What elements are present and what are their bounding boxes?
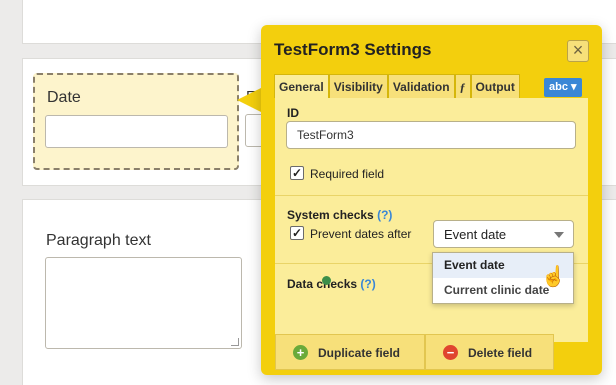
prevent-dates-checkbox[interactable]: ✓ <box>290 226 304 240</box>
date-field-selected[interactable]: Date <box>33 73 239 170</box>
chevron-down-icon <box>554 232 564 238</box>
tab-visibility[interactable]: Visibility <box>328 74 388 98</box>
system-checks-label: System checks (?) <box>287 208 393 222</box>
select-value: Event date <box>444 227 507 242</box>
field-settings-popup: TestForm3 Settings × General Visibility … <box>261 25 602 375</box>
popup-title: TestForm3 Settings <box>274 40 432 59</box>
plus-icon: + <box>293 345 308 360</box>
prevent-dates-label: Prevent dates after <box>310 227 412 241</box>
check-icon: ✓ <box>291 226 303 240</box>
required-label: Required field <box>310 167 385 181</box>
resize-grip-icon[interactable] <box>231 338 239 346</box>
required-checkbox[interactable]: ✓ <box>290 166 304 180</box>
tab-output[interactable]: Output <box>470 74 520 98</box>
minus-icon: − <box>443 345 458 360</box>
delete-field-button[interactable]: − Delete field <box>425 334 554 370</box>
prevent-dates-select[interactable]: Event date <box>433 220 574 248</box>
duplicate-field-button[interactable]: + Duplicate field <box>275 334 425 370</box>
duplicate-field-label: Duplicate field <box>318 346 401 360</box>
data-checks-label: Data checks (?) <box>287 277 376 291</box>
data-checks-help-link[interactable]: (?) <box>360 277 375 291</box>
close-icon: × <box>572 40 584 60</box>
tab-function[interactable]: ƒ <box>454 74 471 98</box>
field-type-badge[interactable]: abc ▾ <box>544 78 582 97</box>
tab-general[interactable]: General <box>274 74 329 98</box>
id-input[interactable]: TestForm3 <box>286 121 576 149</box>
delete-field-label: Delete field <box>468 346 533 360</box>
hand-pointer-icon: ☝ <box>541 266 566 288</box>
settings-tabs: General Visibility Validation ƒ Output <box>274 74 520 98</box>
paragraph-field-label: Paragraph text <box>46 232 151 249</box>
status-indicator <box>322 276 331 285</box>
paragraph-textarea[interactable] <box>45 257 242 349</box>
system-checks-help-link[interactable]: (?) <box>377 208 392 222</box>
date-input[interactable] <box>45 115 228 148</box>
check-icon: ✓ <box>291 166 303 180</box>
tab-validation[interactable]: Validation <box>387 74 455 98</box>
id-label: ID <box>287 106 299 120</box>
popup-pointer <box>237 88 261 112</box>
settings-panel: ID TestForm3 ✓ Required field System che… <box>275 98 588 342</box>
close-button[interactable]: × <box>567 40 589 62</box>
date-field-label: Date <box>47 89 81 106</box>
section-divider <box>275 195 588 196</box>
